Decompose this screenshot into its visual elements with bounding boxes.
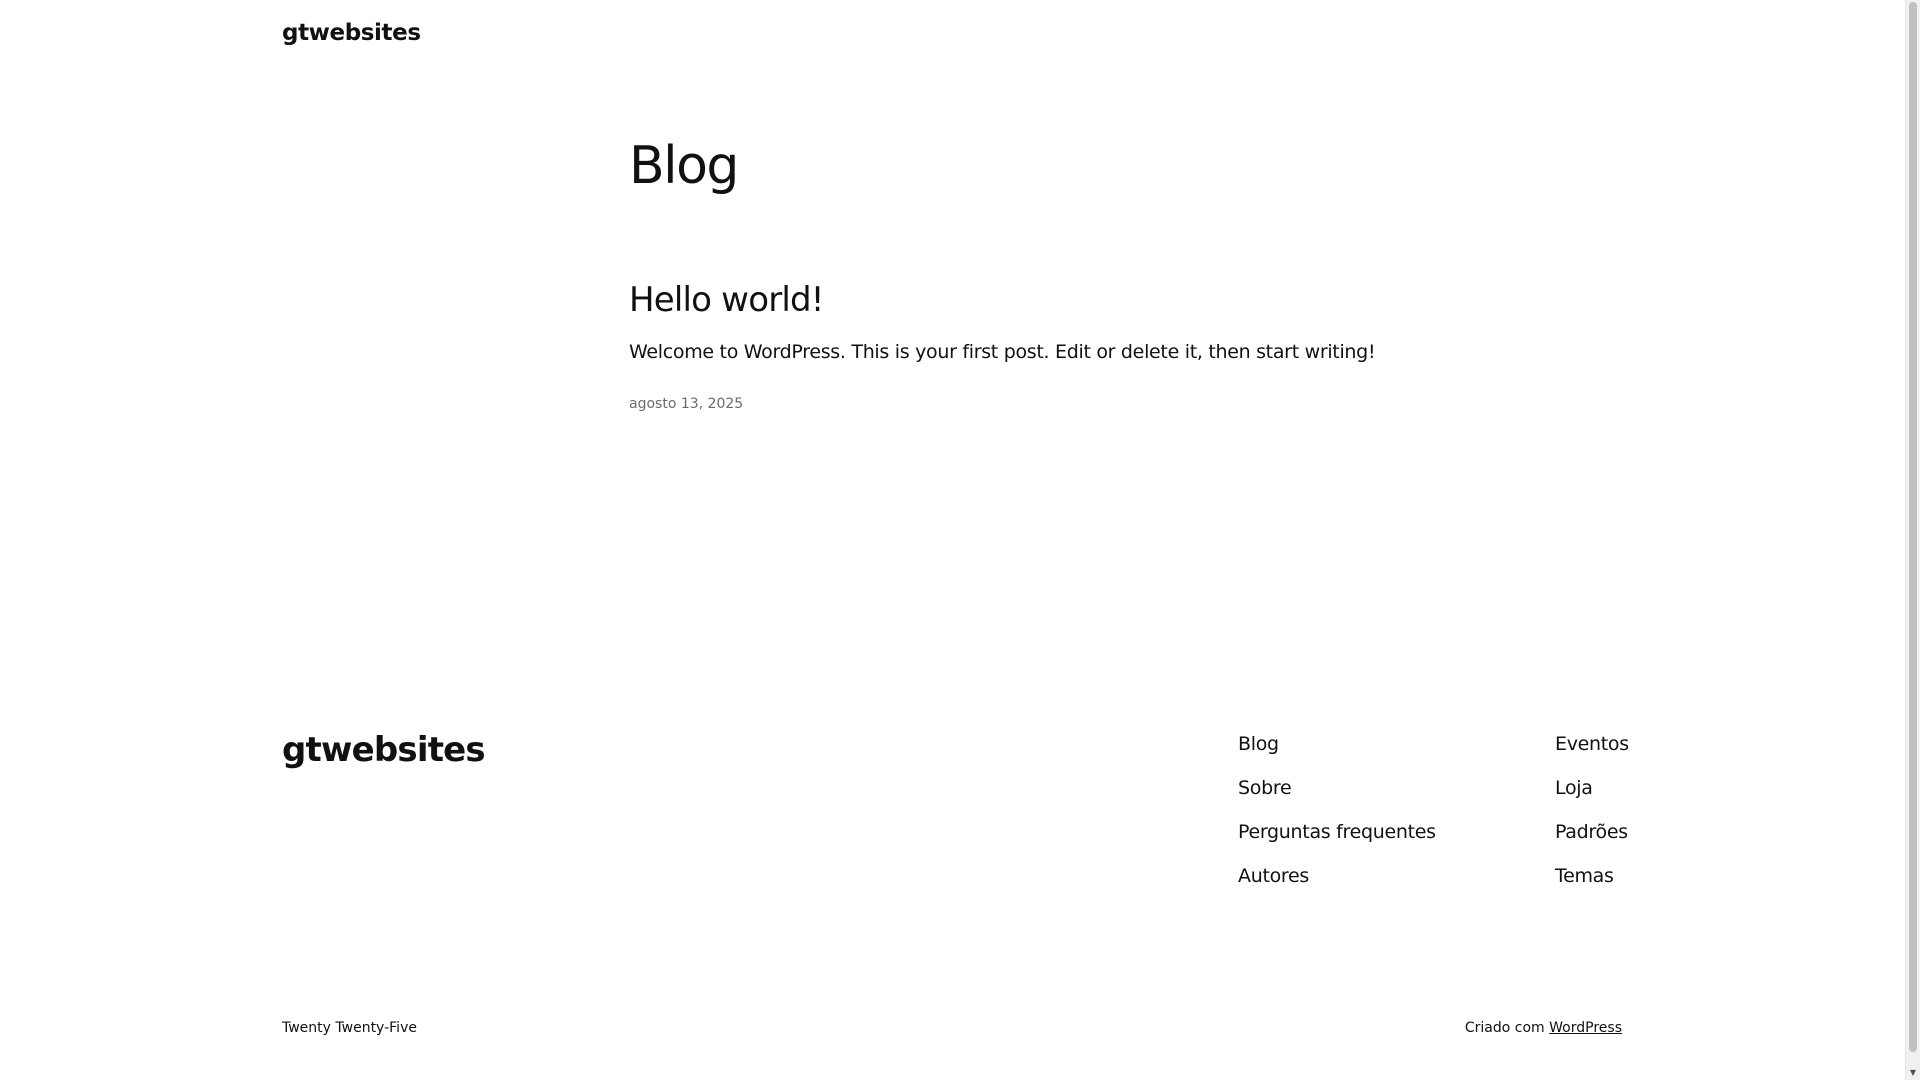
post-title-link[interactable]: Hello world! xyxy=(629,278,824,322)
footer-theme-name: Twenty Twenty-Five xyxy=(282,1020,417,1036)
page: gtwebsites Blog Hello world! Welcome to … xyxy=(0,0,1905,1080)
footer-link-temas[interactable]: Temas xyxy=(1555,865,1614,887)
footer-link-sobre[interactable]: Sobre xyxy=(1238,777,1292,799)
footer-link-autores[interactable]: Autores xyxy=(1238,865,1309,887)
post-excerpt: Welcome to WordPress. This is your first… xyxy=(629,341,1376,363)
footer-nav-item: Eventos xyxy=(1555,730,1629,774)
footer-link-padroes[interactable]: Padrões xyxy=(1555,821,1628,843)
scrollbar-thumb[interactable] xyxy=(1909,2,1917,1052)
footer-credit-prefix: Criado com xyxy=(1464,1020,1545,1036)
footer-site-title-link[interactable]: gtwebsites xyxy=(282,728,486,772)
page-title: Blog xyxy=(629,136,739,196)
footer-link-eventos[interactable]: Eventos xyxy=(1555,733,1629,755)
footer-nav-item: Sobre xyxy=(1238,774,1436,818)
footer-nav-column-2: Eventos Loja Padrões Temas xyxy=(1555,730,1629,906)
footer-wordpress-link[interactable]: WordPress xyxy=(1549,1020,1622,1036)
footer-nav-item: Padrões xyxy=(1555,818,1629,862)
footer-nav-column-1: Blog Sobre Perguntas frequentes Autores xyxy=(1238,730,1436,906)
post-date: agosto 13, 2025 xyxy=(629,396,744,412)
footer-link-blog[interactable]: Blog xyxy=(1238,733,1279,755)
footer-nav-item: Perguntas frequentes xyxy=(1238,818,1436,862)
footer-credit: Criado com WordPress xyxy=(1465,1018,1622,1038)
footer-nav-item: Autores xyxy=(1238,862,1436,906)
chevron-down-icon[interactable]: ▼ xyxy=(1908,1068,1918,1078)
header-site-title-link[interactable]: gtwebsites xyxy=(282,20,421,46)
footer-link-faq[interactable]: Perguntas frequentes xyxy=(1238,821,1436,843)
footer-nav-item: Blog xyxy=(1238,730,1436,774)
footer-nav-item: Temas xyxy=(1555,862,1629,906)
vertical-scrollbar[interactable]: ▼ xyxy=(1905,0,1920,1080)
footer-link-loja[interactable]: Loja xyxy=(1555,777,1593,799)
footer-nav-item: Loja xyxy=(1555,774,1629,818)
